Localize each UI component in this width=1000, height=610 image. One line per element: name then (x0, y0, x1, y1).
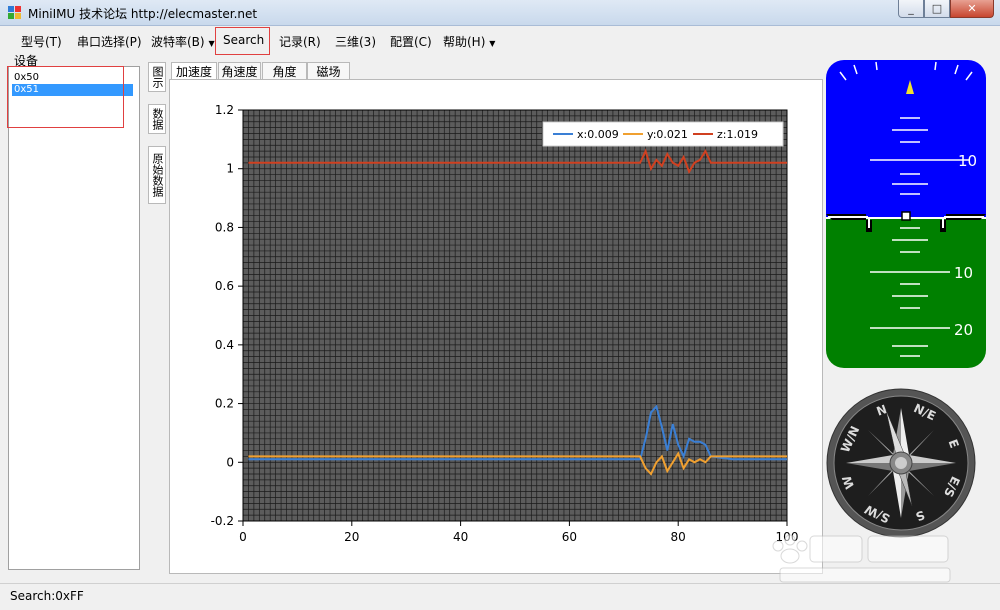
x-tick-label: 40 (453, 530, 468, 544)
pitch-mark-20-down: 20 (954, 321, 973, 339)
x-tick-label: 20 (344, 530, 359, 544)
y-tick-label: 1.2 (215, 103, 234, 117)
chevron-down-icon: ▼ (489, 39, 496, 48)
menu-record[interactable]: 记录(R) (279, 33, 321, 50)
vtab-data[interactable]: 数据 (148, 104, 166, 134)
y-tick-label: 0.8 (215, 220, 234, 234)
menu-baud-rate-label: 波特率(B) (151, 35, 205, 49)
close-button[interactable]: ✕ (950, 0, 994, 18)
title-bar: MiniIMU 技术论坛 http://elecmaster.net _ □ ✕ (0, 0, 1000, 26)
compass: N N/E E E/S S S/W W W/N (826, 388, 976, 538)
legend-label: y:0.021 (647, 128, 688, 141)
watermark-logo (772, 534, 951, 583)
pitch-mark-10-down: 10 (954, 264, 973, 282)
x-tick-label: 80 (671, 530, 686, 544)
chart-panel: 1.210.80.60.40.20-0.2020406080100x:0.009… (169, 79, 823, 574)
legend-label: x:0.009 (577, 128, 619, 141)
minimize-button[interactable]: _ (898, 0, 924, 18)
status-text: Search:0xFF (10, 589, 84, 603)
y-tick-label: 0.6 (215, 279, 234, 293)
menu-help[interactable]: 帮助(H) ▼ (443, 33, 495, 50)
vtab-raw-data[interactable]: 原始数据 (148, 146, 166, 204)
tab-angular-velocity[interactable]: 角速度 (218, 62, 261, 80)
attitude-indicator: 10 10 20 (826, 60, 986, 368)
tab-angle[interactable]: 角度 (262, 62, 307, 80)
app-icon (8, 6, 22, 20)
x-tick-label: 0 (239, 530, 247, 544)
maximize-button[interactable]: □ (924, 0, 950, 18)
menu-baud-rate[interactable]: 波特率(B) ▼ (151, 33, 215, 50)
menu-model[interactable]: 型号(T) (21, 33, 62, 50)
menu-serial-port[interactable]: 串口选择(P) (77, 33, 142, 50)
device-list[interactable]: 0x50 0x51 (8, 66, 140, 570)
chevron-down-icon: ▼ (208, 39, 215, 48)
y-tick-label: 1 (226, 162, 234, 176)
menu-3d[interactable]: 三维(3) (335, 33, 376, 50)
x-tick-label: 60 (562, 530, 577, 544)
tab-magnetic-field[interactable]: 磁场 (307, 62, 350, 80)
y-tick-label: 0.4 (215, 338, 234, 352)
vtab-graph[interactable]: 图示 (148, 62, 166, 92)
y-tick-label: 0 (226, 455, 234, 469)
menu-help-label: 帮助(H) (443, 35, 486, 49)
window-title: MiniIMU 技术论坛 http://elecmaster.net (28, 7, 258, 21)
legend-label: z:1.019 (717, 128, 758, 141)
menu-bar: 型号(T) 串口选择(P) 波特率(B) ▼ Search 记录(R) 三维(3… (0, 26, 1000, 56)
acceleration-chart: 1.210.80.60.40.20-0.2020406080100x:0.009… (211, 103, 799, 544)
pitch-mark-10-up: 10 (958, 152, 977, 170)
device-highlight-box (7, 66, 124, 128)
menu-config[interactable]: 配置(C) (390, 33, 432, 50)
search-highlight-box (215, 27, 270, 55)
y-tick-label: -0.2 (211, 514, 234, 528)
y-tick-label: 0.2 (215, 397, 234, 411)
